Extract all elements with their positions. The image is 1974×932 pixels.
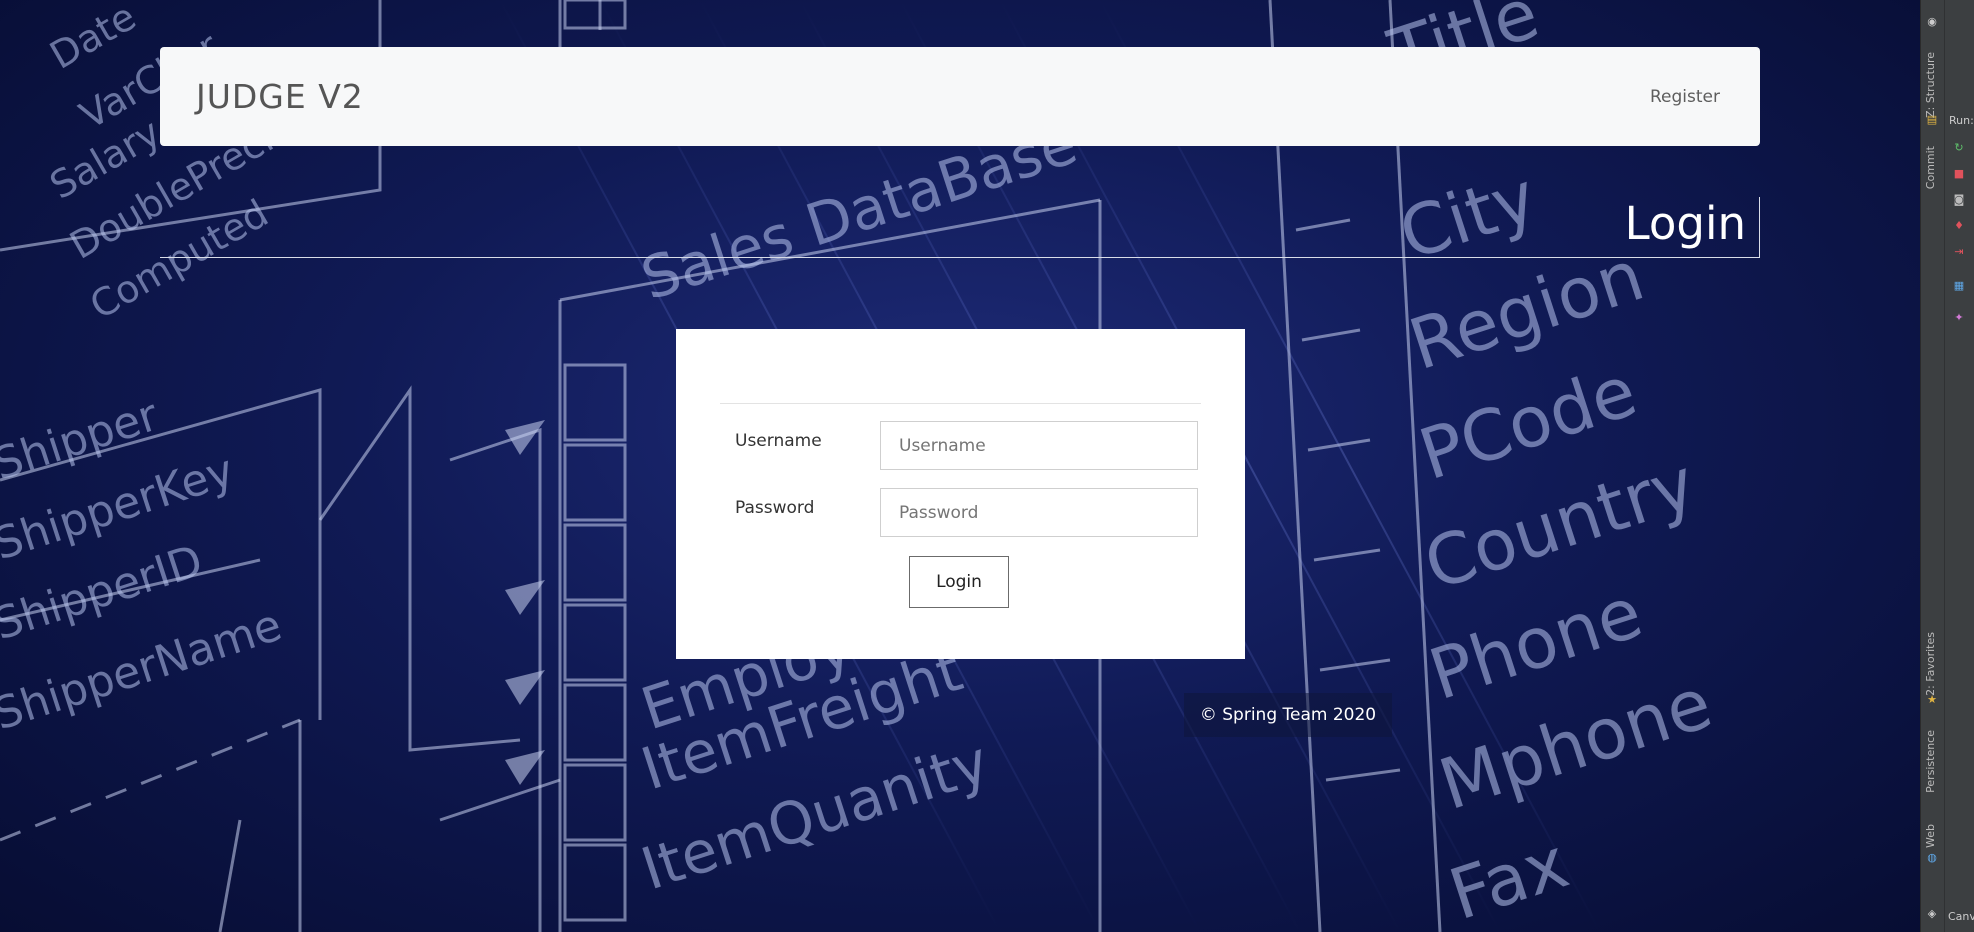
structure-icon: ▤ [1926, 113, 1938, 126]
ide-side-panel: ◉ Z: Structure ▤ Commit 2: Favorites ★ P… [1920, 0, 1974, 932]
heading-divider [1759, 197, 1760, 257]
project-icon[interactable]: ◉ [1926, 16, 1938, 28]
tab-web[interactable]: Web [1924, 824, 1937, 848]
stop-icon[interactable]: ■ [1953, 168, 1965, 180]
rerun-icon[interactable]: ↻ [1953, 142, 1965, 154]
canvas-label: Canv [1948, 910, 1974, 923]
page-heading-section: Login [160, 197, 1760, 258]
password-label: Password [735, 498, 815, 518]
pin-icon[interactable]: ✦ [1953, 312, 1965, 324]
navbar: JUDGE V2 Register [160, 47, 1760, 146]
plug-icon[interactable]: ♦ [1953, 220, 1965, 232]
login-button[interactable]: Login [909, 556, 1009, 608]
web-icon: ◍ [1927, 851, 1937, 864]
footer-copyright: © Spring Team 2020 [1184, 693, 1392, 737]
tab-persistence[interactable]: Persistence [1924, 730, 1937, 793]
exit-icon[interactable]: ⇥ [1953, 246, 1965, 258]
username-input[interactable] [880, 421, 1198, 470]
run-label: Run: [1949, 114, 1974, 127]
login-form: Username Password Login [676, 329, 1245, 659]
register-link[interactable]: Register [1650, 87, 1720, 107]
tab-favorites[interactable]: 2: Favorites [1924, 632, 1937, 696]
ide-tool-strip: ◉ Z: Structure ▤ Commit 2: Favorites ★ P… [1921, 0, 1945, 932]
password-input[interactable] [880, 488, 1198, 537]
username-label: Username [735, 431, 822, 451]
brand-logo[interactable]: JUDGE V2 [196, 77, 364, 116]
bg-word: Fax [1440, 822, 1578, 932]
star-icon: ★ [1927, 693, 1937, 706]
layers-icon[interactable]: ◈ [1926, 908, 1938, 920]
tab-commit[interactable]: Commit [1924, 146, 1937, 189]
layout-icon[interactable]: ▦ [1953, 280, 1965, 292]
form-divider [720, 403, 1201, 404]
bg-word: Date [43, 0, 144, 78]
tab-structure[interactable]: Z: Structure [1924, 52, 1937, 118]
page-title: Login [1624, 197, 1746, 250]
camera-icon[interactable]: ◙ [1953, 194, 1965, 206]
